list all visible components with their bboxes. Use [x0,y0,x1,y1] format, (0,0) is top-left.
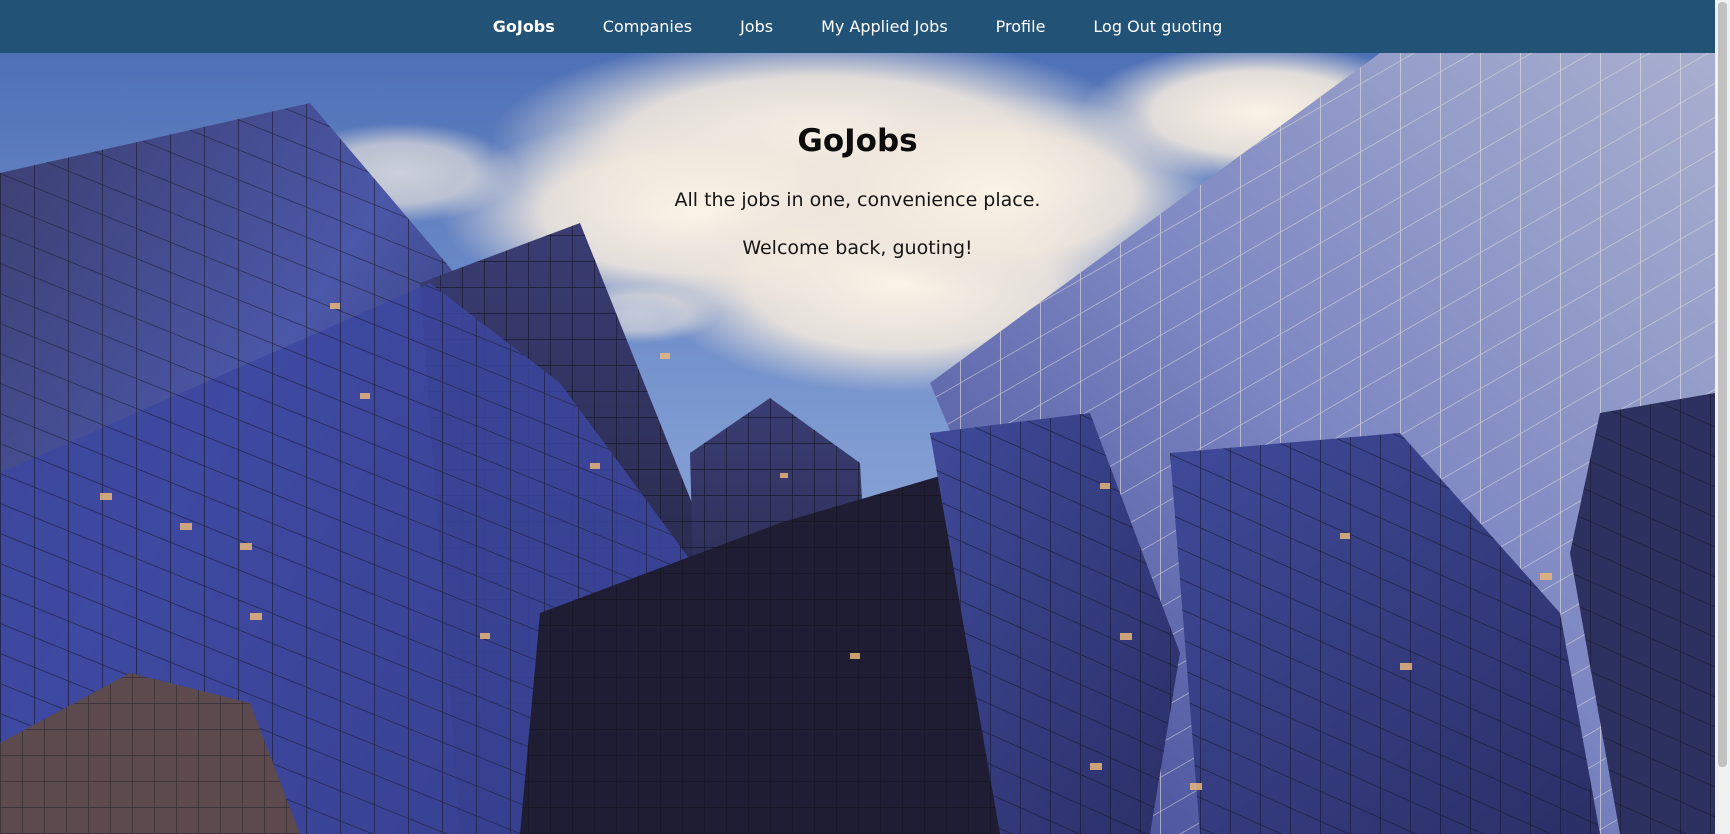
hero-tagline: All the jobs in one, convenience place. [674,189,1041,211]
hero-section: GoJobs All the jobs in one, convenience … [0,53,1715,834]
nav-link-my-applied-jobs[interactable]: My Applied Jobs [821,17,948,36]
nav-link-companies[interactable]: Companies [603,17,692,36]
nav-link-profile[interactable]: Profile [996,17,1046,36]
scrollbar-thumb[interactable] [1718,2,1727,767]
hero-background-image [0,53,1715,834]
hero-title: GoJobs [797,123,918,159]
nav-link-logout[interactable]: Log Out guoting [1093,17,1222,36]
nav-link-jobs[interactable]: Jobs [740,17,773,36]
nav-brand-link[interactable]: GoJobs [493,17,555,36]
welcome-message: Welcome back, guoting! [742,237,973,259]
top-navbar: GoJobs Companies Jobs My Applied Jobs Pr… [0,0,1715,53]
vertical-scrollbar[interactable] [1715,0,1730,834]
